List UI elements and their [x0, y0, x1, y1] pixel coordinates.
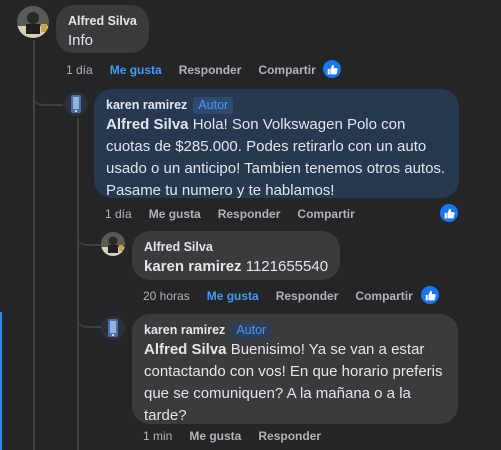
user-avatar-icon: [64, 92, 88, 116]
comment-author[interactable]: Alfred Silva: [68, 13, 137, 30]
comment-actions: 20 horas Me gusta Responder Compartir: [143, 288, 430, 304]
user-avatar-icon: [101, 316, 125, 340]
thread-line: [77, 118, 79, 450]
comment-text: Info: [68, 32, 94, 49]
avatar[interactable]: [17, 6, 49, 38]
comment-time[interactable]: 1 día: [66, 62, 93, 78]
like-button[interactable]: Me gusta: [149, 206, 201, 222]
active-thread-line: [0, 312, 2, 450]
reaction-badge[interactable]: [321, 58, 343, 80]
comment-author[interactable]: Alfred Silva: [144, 239, 213, 256]
like-button[interactable]: Me gusta: [110, 62, 162, 78]
like-button[interactable]: Me gusta: [189, 428, 241, 444]
comment-bubble: Alfred Silva Info: [56, 5, 149, 53]
mention-link[interactable]: karen ramirez: [144, 258, 242, 275]
reaction-badge[interactable]: [438, 202, 460, 224]
author-badge: Autor: [231, 322, 272, 339]
comment-bubble: karen ramirez Autor Alfred Silva Hola! S…: [94, 89, 459, 199]
thumbs-up-icon: [444, 208, 455, 218]
user-avatar-icon: [101, 232, 125, 256]
mention-link[interactable]: Alfred Silva: [106, 116, 189, 133]
comment-time[interactable]: 1 min: [143, 428, 172, 444]
author-badge: Autor: [193, 97, 234, 114]
comment-text: 1121655540: [241, 258, 329, 275]
comment-author[interactable]: karen ramirez: [144, 322, 225, 339]
comment-bubble: karen ramirez Autor Alfred Silva Buenisi…: [132, 314, 458, 424]
avatar[interactable]: [101, 316, 125, 340]
user-avatar-icon: [17, 6, 49, 38]
comment-bubble: Alfred Silva karen ramirez 1121655540: [132, 231, 341, 280]
share-button[interactable]: Compartir: [297, 206, 354, 222]
comment-time[interactable]: 1 día: [105, 206, 132, 222]
avatar[interactable]: [64, 92, 88, 116]
reply-button[interactable]: Responder: [276, 288, 339, 304]
share-button[interactable]: Compartir: [258, 62, 315, 78]
avatar[interactable]: [101, 232, 125, 256]
thumbs-up-icon: [425, 290, 436, 300]
comment-actions: 1 día Me gusta Responder Compartir: [66, 62, 333, 78]
thread-connector: [77, 230, 101, 246]
reply-button[interactable]: Responder: [179, 62, 242, 78]
share-button[interactable]: Compartir: [355, 288, 412, 304]
reaction-badge[interactable]: [419, 284, 441, 306]
comment-time[interactable]: 20 horas: [143, 288, 190, 304]
thread-connector: [77, 312, 101, 328]
comment-author[interactable]: karen ramirez: [106, 97, 187, 114]
comment-actions: 1 min Me gusta Responder: [143, 428, 338, 444]
thread-connector: [33, 84, 63, 106]
reply-button[interactable]: Responder: [258, 428, 321, 444]
like-button[interactable]: Me gusta: [207, 288, 259, 304]
thumbs-up-icon: [327, 64, 338, 74]
mention-link[interactable]: Alfred Silva: [144, 341, 227, 358]
comment-actions: 1 día Me gusta Responder Compartir: [105, 206, 372, 222]
reply-button[interactable]: Responder: [218, 206, 281, 222]
